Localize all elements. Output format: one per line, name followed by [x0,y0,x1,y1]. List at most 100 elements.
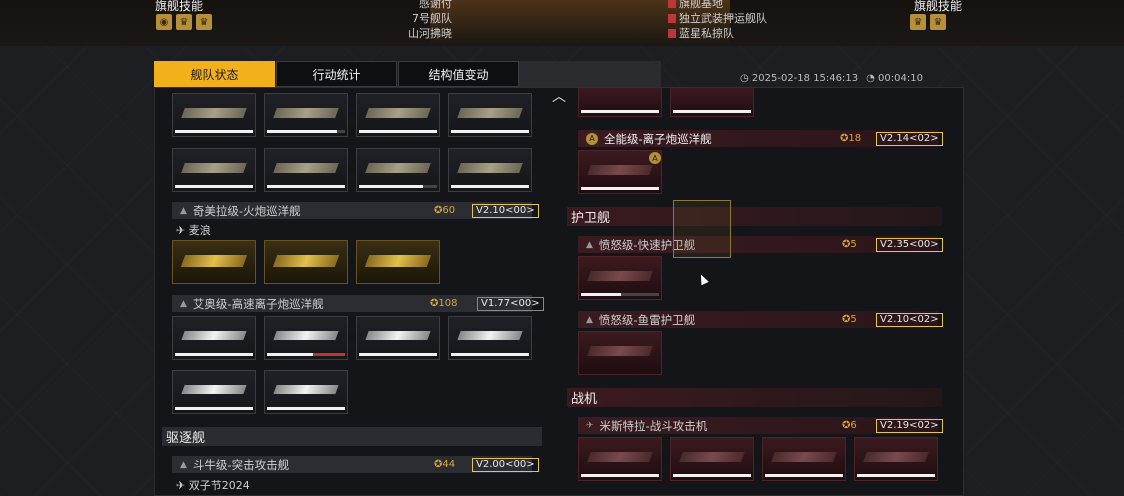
ship-count-value: 5 [850,239,857,250]
ship-count-value: 18 [848,133,862,144]
ship-group-name: 米斯特拉-战斗攻击机 [599,418,708,433]
class-triangle-icon: ▲ [180,459,187,470]
ship-card[interactable] [172,148,256,192]
ship-count: ✪18 [840,133,862,144]
pilot-row: ✈ 双子节2024 [176,479,250,492]
ship-card[interactable] [356,148,440,192]
ship-card[interactable] [264,240,348,284]
ship-group-name: 愤怒级-鱼雷护卫舰 [598,312,696,327]
ship-group-header[interactable]: ▲ 愤怒级-快速护卫舰 ✪5 V2.35<00> [578,236,943,253]
ship-card[interactable] [670,87,754,117]
marker-icon [668,14,676,23]
ship-count-value: 5 [850,314,857,325]
class-triangle-icon: ▲ [586,314,593,325]
ship-count-value: 60 [442,205,456,216]
ship-count-value: 108 [438,298,458,309]
ship-count-value: 6 [850,420,857,431]
pilot-name: 麦浪 [188,224,211,237]
header-mid-line: 山河拂晓 [408,27,452,40]
rank-a-icon: A [649,152,661,164]
ship-card[interactable] [264,93,348,137]
ship-card[interactable] [578,437,662,481]
tab-strip-fill [519,61,661,87]
skill-icon[interactable]: ♛ [176,14,192,30]
section-fighter: 战机 [567,388,942,407]
version-badge: V2.00<00> [472,457,539,472]
ship-count: ✪60 [434,205,456,216]
version-badge: V2.35<00> [876,237,943,252]
timer-text: ◔ 00:04:10 [866,73,923,84]
pilot-row: ✈ 麦浪 [176,224,211,237]
ship-card[interactable] [578,87,662,117]
ship-card[interactable] [670,437,754,481]
ship-card[interactable] [448,316,532,360]
tab-fleet-status[interactable]: 舰队状态 [154,61,275,87]
ship-card[interactable] [356,93,440,137]
header-right-line: 旗舰基地 [679,0,723,10]
header-mid-line: 感谢付 [419,0,452,10]
marker-icon [668,0,676,8]
ship-card[interactable] [762,437,846,481]
tab-bar: 舰队状态 行动统计 结构值变动 [154,61,520,87]
ship-count: ✪44 [434,459,456,470]
header-mid-line: 7号舰队 [412,12,452,25]
skill-icon[interactable]: ♛ [930,14,946,30]
pilot-name: 双子节2024 [188,479,250,492]
version-badge: V2.14<02> [876,131,943,146]
section-destroyer: 驱逐舰 [162,427,542,446]
ship-group-header[interactable]: ▲ 斗牛级-突击攻击舰 ✪44 V2.00<00> [172,456,539,473]
datetime-text: ◷ 2025-02-18 15:46:13 [740,73,859,84]
class-triangle-icon: ▲ [180,298,187,309]
tab-action-stats[interactable]: 行动统计 [276,61,397,87]
ship-card[interactable] [578,256,662,300]
ship-card[interactable] [172,316,256,360]
hover-highlight [673,200,731,258]
flag-skill-icons-right: ♛ ♛ [910,14,946,30]
ship-card[interactable] [172,240,256,284]
ship-card[interactable] [264,148,348,192]
ship-group-header[interactable]: ▲ 奇美拉级-火炮巡洋舰 ✪60 V2.10<00> [172,202,539,219]
ship-card[interactable] [578,331,662,375]
fighter-icon: ✈ [586,420,594,431]
skill-icon[interactable]: ◉ [156,14,172,30]
ship-card[interactable] [356,240,440,284]
ship-card[interactable] [264,316,348,360]
flag-skill-icons-left: ◉ ♛ ♛ [156,14,212,30]
header-right-list: 旗舰基地 独立武装押运舰队 蓝星私掠队 [668,0,767,41]
class-triangle-icon: ▲ [180,205,187,216]
ship-group-header[interactable]: ✈ 米斯特拉-战斗攻击机 ✪6 V2.19<02> [578,417,943,434]
ship-card[interactable] [172,370,256,414]
ship-group-name: 奇美拉级-火炮巡洋舰 [192,203,301,218]
class-triangle-icon: ▲ [586,239,593,250]
ship-group-header[interactable]: A 全能级-离子炮巡洋舰 ✪18 V2.14<02> [578,130,943,147]
ship-count: ✪5 [842,239,857,250]
skill-icon[interactable]: ♛ [196,14,212,30]
ship-card[interactable] [448,148,532,192]
tab-structure-change[interactable]: 结构值变动 [398,61,519,87]
header-right-line: 独立武装押运舰队 [679,12,767,25]
ship-card[interactable] [264,370,348,414]
status-bar: ◷ 2025-02-18 15:46:13 ◔ 00:04:10 [740,73,923,84]
version-badge: V2.10<02> [876,312,943,327]
scroll-up-icon[interactable]: ︿ [552,86,566,106]
ship-card[interactable] [854,437,938,481]
version-badge: V2.10<00> [472,203,539,218]
ship-count: ✪108 [430,298,458,309]
version-badge: V2.19<02> [876,418,943,433]
ship-card[interactable] [356,316,440,360]
marker-icon [668,29,676,38]
ship-group-name: 艾奥级-高速离子炮巡洋舰 [192,296,324,311]
ship-group-name: 全能级-离子炮巡洋舰 [604,131,712,146]
ship-count-value: 44 [442,459,456,470]
ship-group-header[interactable]: ▲ 艾奥级-高速离子炮巡洋舰 ✪108 V1.77<00> [172,295,544,312]
ship-card[interactable] [448,93,532,137]
flag-skill-title-right: 旗舰技能 [914,0,963,13]
header-mid-list: 感谢付 7号舰队 山河拂晓 [372,0,452,41]
ship-card[interactable] [172,93,256,137]
ship-group-header[interactable]: ▲ 愤怒级-鱼雷护卫舰 ✪5 V2.10<02> [578,311,943,328]
skill-icon[interactable]: ♛ [910,14,926,30]
rank-a-icon: A [586,132,598,145]
version-badge: V1.77<00> [477,296,544,311]
header-right-line: 蓝星私掠队 [679,27,734,40]
flag-skill-title-left: 旗舰技能 [155,0,204,13]
